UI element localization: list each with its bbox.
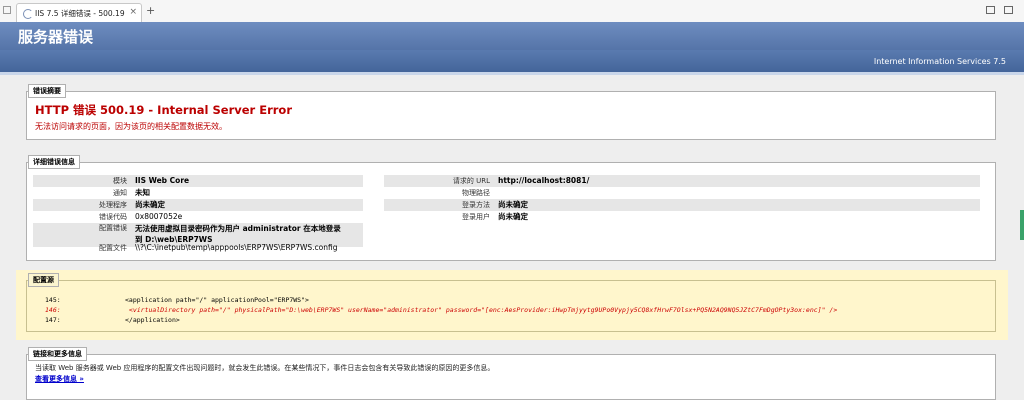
browser-tab-bar: IIS 7.5 详细错误 - 500.19 - I × + [0, 0, 1024, 23]
loading-spinner-icon [23, 9, 33, 19]
detail-row-notification: 通知 未知 [33, 187, 363, 199]
detail-key: 错误代码 [99, 213, 127, 221]
detail-key: 配置错误 [99, 224, 127, 232]
detail-key: 物理路径 [462, 189, 490, 197]
detail-row-request-url: 请求的 URL http://localhost:8081/ [384, 175, 980, 187]
detail-key: 处理程序 [99, 201, 127, 209]
page-header: 服务器错误 [0, 22, 1024, 50]
config-line-number: 146: [45, 306, 61, 314]
sidebar-toggle-icon[interactable] [3, 6, 11, 14]
detail-value: \\?\C:\inetpub\temp\apppools\ERP7WS\ERP7… [135, 243, 338, 252]
config-line-number: 145: [45, 296, 61, 304]
error-summary-legend: 错误摘要 [28, 84, 66, 98]
more-info-panel: 当读取 Web 服务器或 Web 应用程序的配置文件出现问题时，就会发生此错误。… [26, 354, 996, 400]
detail-value: IIS Web Core [135, 176, 190, 185]
error-title: HTTP 错误 500.19 - Internal Server Error [35, 103, 292, 117]
tab-close-button[interactable]: × [129, 7, 137, 17]
detail-row-error-code: 错误代码 0x8007052e [33, 211, 363, 223]
detail-value: 0x8007052e [135, 212, 183, 221]
more-info-text: 当读取 Web 服务器或 Web 应用程序的配置文件出现问题时，就会发生此错误。… [35, 364, 495, 372]
detail-row-handler: 处理程序 尚未确定 [33, 199, 363, 211]
more-info-link[interactable]: 查看更多信息 » [35, 374, 84, 384]
detail-key: 登录用户 [462, 213, 490, 221]
detail-value: http://localhost:8081/ [498, 176, 590, 185]
tab-title: IIS 7.5 详细错误 - 500.19 - I [35, 9, 127, 18]
detail-key: 配置文件 [99, 244, 127, 252]
detail-value: 尚未确定 [135, 200, 165, 209]
browser-tab[interactable]: IIS 7.5 详细错误 - 500.19 - I × [16, 3, 142, 22]
detail-key: 请求的 URL [452, 177, 490, 185]
detail-value: 尚未确定 [498, 212, 528, 221]
detail-value: 未知 [135, 188, 150, 197]
detail-row-physical-path: 物理路径 [384, 187, 980, 199]
config-line: 145: <application path="/" applicationPoo… [45, 296, 309, 304]
product-name: Internet Information Services 7.5 [873, 57, 1006, 66]
error-summary-panel: HTTP 错误 500.19 - Internal Server Error 无… [26, 91, 996, 140]
detailed-info-legend: 详细错误信息 [28, 155, 80, 169]
config-source-panel: 145: <application path="/" applicationPoo… [26, 280, 996, 332]
restore-window-icon[interactable] [986, 6, 995, 14]
config-line-code: <application path="/" applicationPool="E… [125, 296, 309, 304]
detail-row-logon-user: 登录用户 尚未确定 [384, 211, 980, 223]
page-subheader: Internet Information Services 7.5 [0, 50, 1024, 72]
scrollbar-handle[interactable] [1020, 210, 1024, 240]
more-info-legend: 链接和更多信息 [28, 347, 87, 361]
detail-key: 登录方法 [462, 201, 490, 209]
detail-row-config-file: 配置文件 \\?\C:\inetpub\temp\apppools\ERP7WS\… [33, 242, 363, 254]
new-tab-button[interactable]: + [146, 4, 155, 17]
detail-key: 模块 [113, 177, 127, 185]
config-line-number: 147: [45, 316, 61, 324]
detail-row-logon-method: 登录方法 尚未确定 [384, 199, 980, 211]
detail-value: 尚未确定 [498, 200, 528, 209]
header-divider [0, 72, 1024, 75]
detail-row-module: 模块 IIS Web Core [33, 175, 363, 187]
config-line-code: </application> [125, 316, 180, 324]
window-menu-icon[interactable] [1004, 6, 1013, 14]
config-source-legend: 配置源 [28, 273, 59, 287]
error-message: 无法访问请求的页面，因为该页的相关配置数据无效。 [35, 122, 227, 131]
config-line: 147: </application> [45, 316, 180, 324]
detail-key: 通知 [113, 189, 127, 197]
config-line-code: <virtualDirectory path="/" physicalPath=… [125, 306, 838, 314]
page-title: 服务器错误 [18, 28, 94, 46]
config-line-error: 146: <virtualDirectory path="/" physical… [45, 306, 837, 314]
